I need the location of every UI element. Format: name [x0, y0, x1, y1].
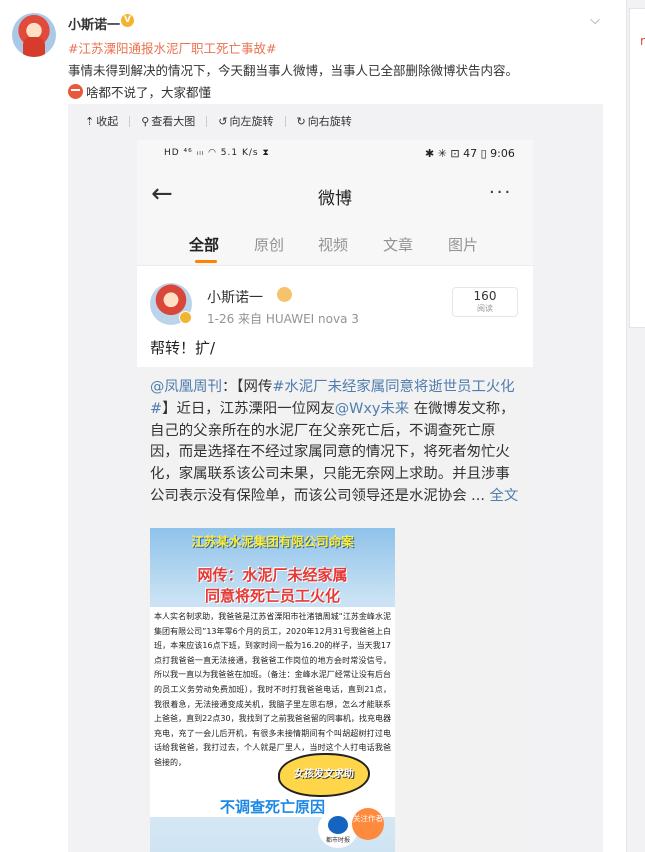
image-viewer: ⇡ 收起 ⚲ 查看大图 ↺ 向左旋转 ↻ 向右旋转 HD ⁴⁶ ᵢₗₗ ◠ 5.…	[68, 104, 603, 852]
news-poster-image: 江苏某水泥集团有限公司命案 网传：水泥厂未经家属 同意将死亡员工火化 本人实名制…	[150, 528, 395, 852]
rotate-right-icon: ↻	[296, 114, 306, 128]
post-meta: 1-26 来自 HUAWEI nova 3	[207, 312, 359, 326]
toolbar-divider	[206, 115, 208, 127]
view-large-label: 查看大图	[151, 115, 196, 128]
right-sidebar-card	[629, 8, 645, 328]
repost-prefix: ：【网传	[221, 379, 273, 395]
magnifier-icon: ⚲	[141, 114, 150, 128]
chevron-down-icon[interactable]: ⌵	[588, 14, 602, 28]
media-logo-text: 都市时报	[325, 837, 350, 844]
read-more-link: 全文	[489, 487, 519, 504]
post-topic-link[interactable]: #江苏溧阳通报水泥厂职工死亡事故#	[68, 38, 276, 57]
verified-badge-icon	[179, 311, 192, 324]
active-tab-indicator	[195, 260, 217, 263]
author-avatar[interactable]	[12, 13, 56, 57]
toolbar-divider	[129, 115, 131, 127]
rotate-left-button[interactable]: ↺ 向左旋转	[218, 113, 273, 129]
app-nav-title: 微博	[318, 189, 352, 209]
repost-body-1: 】近日，江苏溧阳一位网友	[162, 400, 335, 417]
follow-author-badge: 关注作者	[352, 808, 384, 840]
tab-photo: 图片	[448, 236, 479, 254]
repost-mention: @凤凰周刊	[150, 379, 222, 395]
tab-video: 视频	[318, 236, 349, 254]
rotate-left-icon: ↺	[218, 114, 228, 128]
read-count-box: 160 阅读	[452, 287, 518, 317]
post-text-line: 啥都不说了，大家都懂	[68, 82, 211, 101]
repost-text: @凤凰周刊：【网传#水泥厂未经家属同意将逝世员工火化#】近日，江苏溧阳一位网友@…	[150, 377, 522, 508]
read-label: 阅读	[477, 304, 493, 313]
collapse-label: 收起	[96, 115, 119, 128]
user-name: 小斯诺一	[207, 290, 263, 306]
tab-all: 全部	[189, 236, 220, 254]
image-viewer-toolbar: ⇡ 收起 ⚲ 查看大图 ↺ 向左旋转 ↻ 向右旋转	[68, 104, 603, 138]
status-right-indicators: ✱ ✳ ⊡ 47 ▯ 9:06	[425, 147, 515, 160]
tab-article: 文章	[383, 236, 414, 254]
post-text-line: 事情未得到解决的情况下，今天翻当事人微博，当事人已全部删除微博状告内容。	[68, 63, 519, 78]
repost-mention-2: @Wxy未来	[334, 400, 410, 417]
status-left-indicators: HD ⁴⁶ ᵢₗₗ ◠ 5.1 K/s ⧗	[164, 148, 270, 158]
poster-title-line-1: 网传：水泥厂未经家属	[197, 566, 348, 584]
collapse-button[interactable]: ⇡ 收起	[85, 113, 118, 129]
rotate-left-label: 向左旋转	[229, 115, 274, 128]
phone-status-bar: HD ⁴⁶ ᵢₗₗ ◠ 5.1 K/s ⧗ ✱ ✳ ⊡ 47 ▯ 9:06	[137, 140, 533, 170]
sidebar-hot-mark: r	[640, 34, 645, 48]
verified-badge-icon: V	[121, 14, 134, 27]
toolbar-divider	[284, 115, 286, 127]
tab-original: 原创	[254, 236, 285, 254]
collapse-icon: ⇡	[85, 114, 95, 128]
phone-screenshot-image[interactable]: HD ⁴⁶ ᵢₗₗ ◠ 5.1 K/s ⧗ ✱ ✳ ⊡ 47 ▯ 9:06 ← …	[137, 140, 533, 852]
rotate-right-label: 向右旋转	[307, 115, 352, 128]
weibo-post-page: r 小斯诺一 V ⌵ #江苏溧阳通报水泥厂职工死亡事故# 事情未得到解决的情况下…	[0, 0, 645, 852]
post-text-tail: 啥都不说了，大家都懂	[86, 85, 212, 100]
user-post-text: 帮转！扩/	[150, 339, 216, 357]
poster-title-line-2: 同意将死亡员工火化	[204, 587, 340, 605]
reposted-content: @凤凰周刊：【网传#水泥厂未经家属同意将逝世员工火化#】近日，江苏溧阳一位网友@…	[137, 367, 533, 852]
feed-card: 小斯诺一 1-26 来自 HUAWEI nova 3 160 阅读 帮转！扩/	[137, 267, 533, 367]
app-nav-bar: ← 微博 ···	[137, 170, 533, 220]
author-name[interactable]: 小斯诺一	[68, 14, 120, 33]
emoji-icon	[68, 84, 83, 99]
more-dots-icon: ···	[489, 182, 513, 203]
rotate-right-button[interactable]: ↻ 向右旋转	[297, 113, 352, 129]
emoji-icon	[277, 287, 292, 302]
read-count: 160	[473, 289, 497, 303]
poster-header: 江苏某水泥集团有限公司命案	[191, 534, 354, 549]
profile-tabs: 全部 原创 视频 文章 图片	[137, 220, 533, 266]
view-large-button[interactable]: ⚲ 查看大图	[141, 113, 195, 129]
